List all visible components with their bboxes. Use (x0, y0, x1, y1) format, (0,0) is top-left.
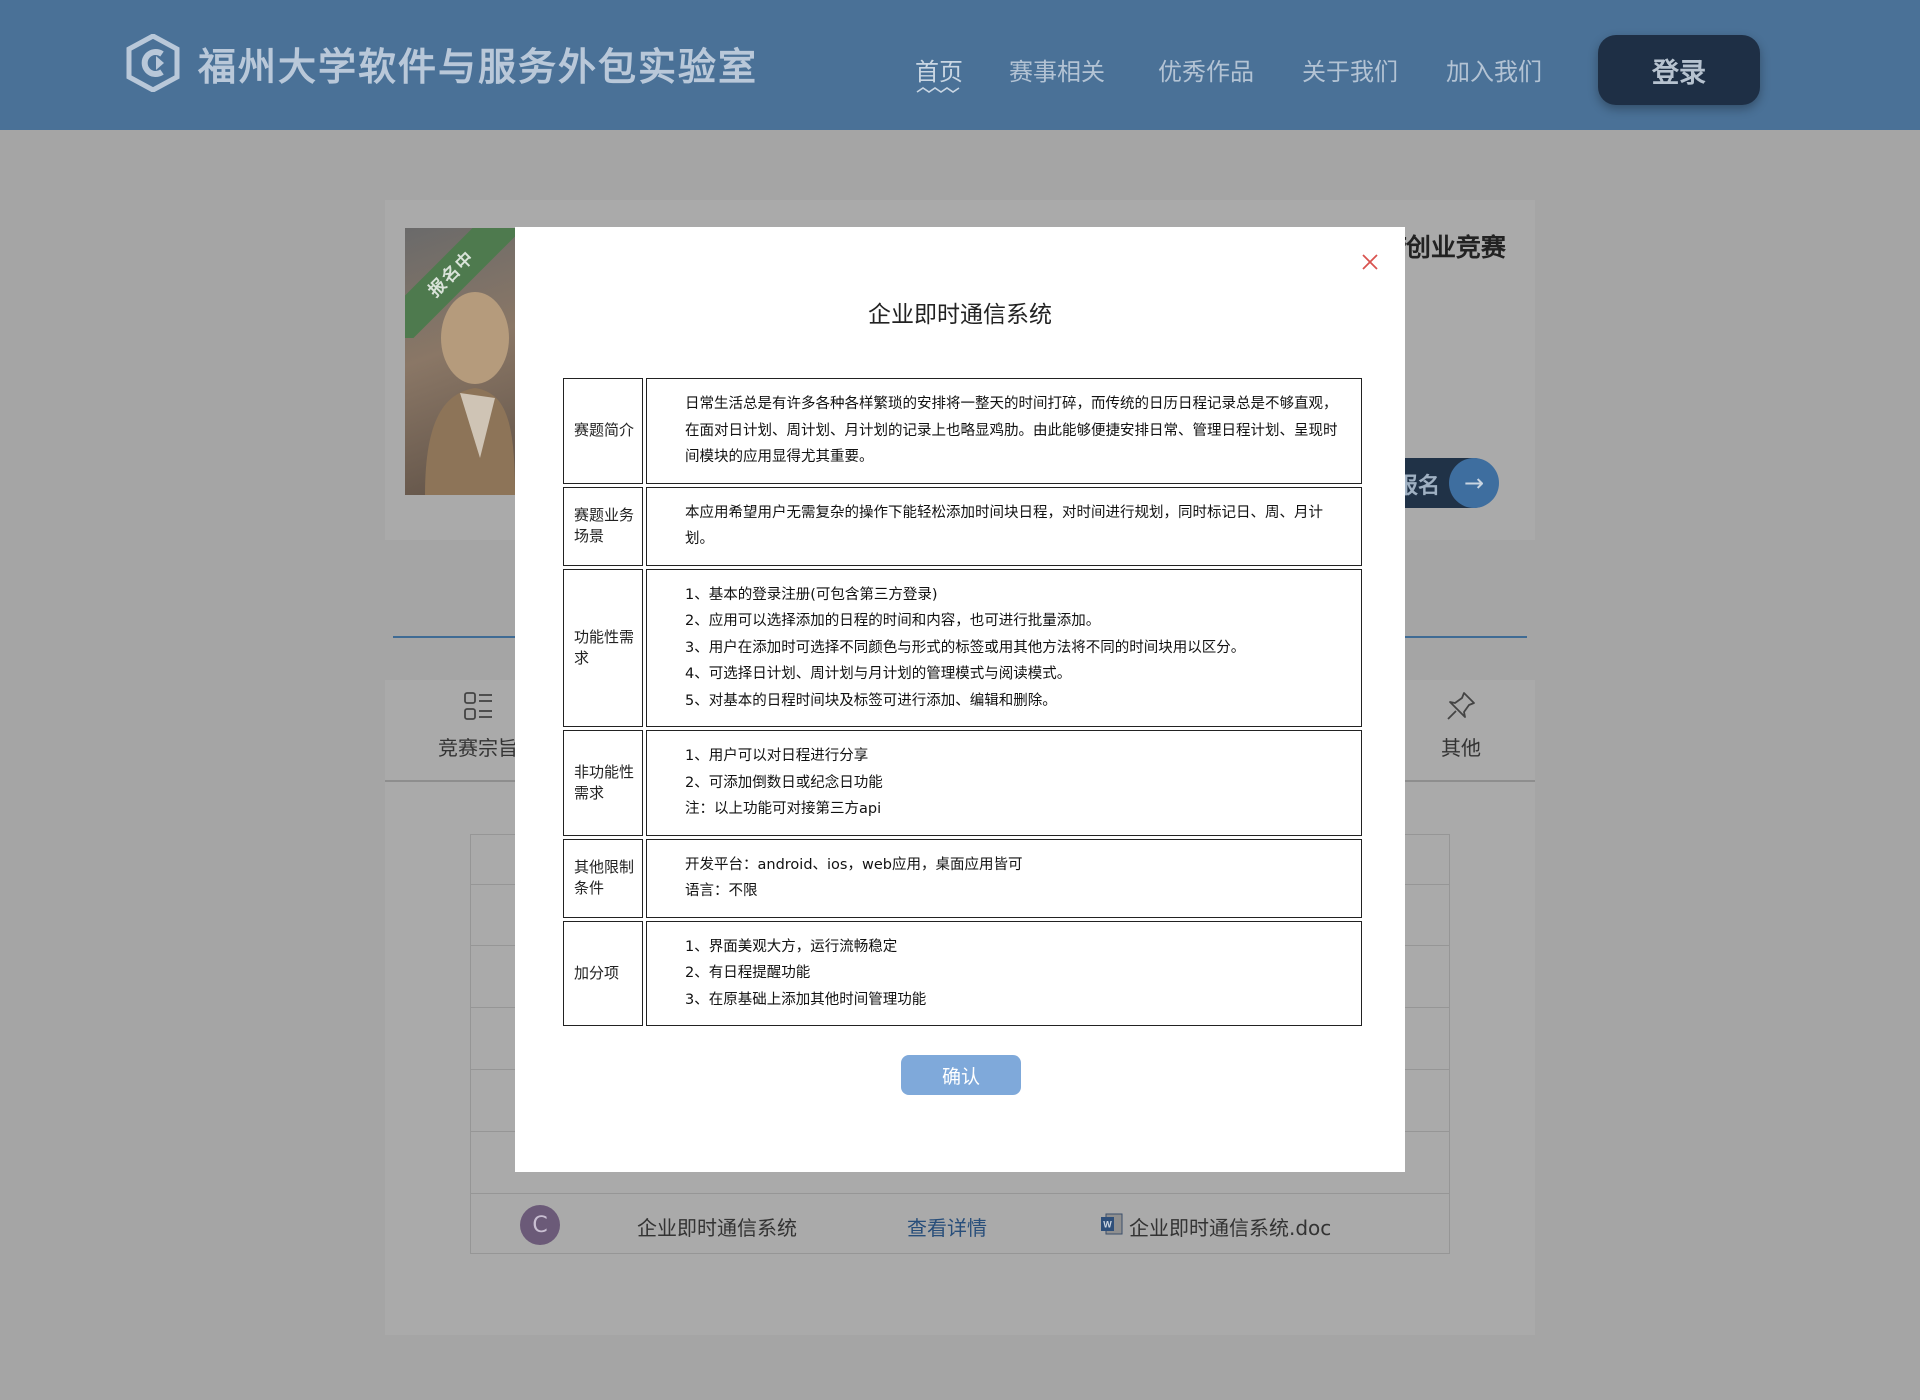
content-line: 4、可选择日计划、周计划与月计划的管理模式与阅读模式。 (685, 666, 1072, 682)
content-line: 语言：不限 (685, 883, 758, 899)
table-row: 加分项 1、界面美观大方，运行流畅稳定 2、有日程提醒功能 3、在原基础上添加其… (563, 920, 1362, 1026)
content-line: 日常生活总是有许多各种各样繁琐的安排将一整天的时间打碎，而传统的日历日程记录总是… (685, 396, 1338, 465)
content-line: 1、基本的登录注册(可包含第三方登录) (685, 586, 938, 603)
pin-icon (1447, 692, 1475, 720)
tab-contest-purpose[interactable]: 竞赛宗旨 (438, 690, 518, 761)
list-grid-icon (464, 692, 492, 720)
row-label: 加分项 (563, 920, 643, 1026)
content-line: 5、对基本的日程时间块及标签可进行添加、编辑和删除。 (685, 692, 1057, 709)
content-line: 2、可添加倒数日或纪念日功能 (685, 774, 883, 791)
table-row: 非功能性需求 1、用户可以对日程进行分享 2、可添加倒数日或纪念日功能 注：以上… (563, 730, 1362, 836)
topic-detail-modal: 企业即时通信系统 赛题简介 日常生活总是有许多各种各样繁琐的安排将一整天的时间打… (515, 227, 1405, 1172)
row-content: 1、界面美观大方，运行流畅稳定 2、有日程提醒功能 3、在原基础上添加其他时间管… (646, 920, 1362, 1026)
confirm-button[interactable]: 确认 (901, 1055, 1021, 1095)
requirements-table: 赛题简介 日常生活总是有许多各种各样繁琐的安排将一整天的时间打碎，而传统的日历日… (560, 375, 1365, 1029)
row-content: 本应用希望用户无需复杂的操作下能轻松添加时间块日程，对时间进行规划，同时标记日、… (646, 486, 1362, 566)
status-ribbon-label: 报名中 (405, 228, 515, 338)
topic-title: 企业即时通信系统 (637, 1216, 797, 1240)
table-row: 其他限制条件 开发平台：android、ios，web应用，桌面应用皆可 语言：… (563, 838, 1362, 918)
status-ribbon: 报名中 (405, 228, 515, 338)
site-title[interactable]: 福州大学软件与服务外包实验室 (198, 36, 758, 91)
tab-other-label: 其他 (1441, 736, 1481, 760)
login-button[interactable]: 登录 (1598, 35, 1760, 105)
content-line: 本应用希望用户无需复杂的操作下能轻松添加时间块日程，对时间进行规划，同时标记日、… (685, 504, 1323, 548)
table-row: 功能性需求 1、基本的登录注册(可包含第三方登录) 2、应用可以选择添加的日程的… (563, 568, 1362, 727)
row-label: 其他限制条件 (563, 838, 643, 918)
row-content: 1、基本的登录注册(可包含第三方登录) 2、应用可以选择添加的日程的时间和内容，… (646, 568, 1362, 727)
table-row: 赛题简介 日常生活总是有许多各种各样繁琐的安排将一整天的时间打碎，而传统的日历日… (563, 378, 1362, 484)
avatar: C (520, 1205, 560, 1245)
row-label: 赛题简介 (563, 378, 643, 484)
content-line: 1、界面美观大方，运行流畅稳定 (685, 938, 898, 955)
arrow-right-icon[interactable]: → (1449, 458, 1499, 508)
nav-join[interactable]: 加入我们 (1446, 52, 1542, 87)
row-content: 1、用户可以对日程进行分享 2、可添加倒数日或纪念日功能 注：以上功能可对接第三… (646, 730, 1362, 836)
content-line: 开发平台：android、ios，web应用，桌面应用皆可 (685, 856, 1023, 873)
nav-about[interactable]: 关于我们 (1302, 52, 1398, 87)
row-label: 赛题业务场景 (563, 486, 643, 566)
active-wave-indicator (916, 87, 960, 93)
close-icon[interactable] (1358, 250, 1382, 274)
content-line: 3、用户在添加时可选择不同颜色与形式的标签或用其他方法将不同的时间块用以区分。 (685, 639, 1246, 656)
attachment-link[interactable]: 企业即时通信系统.doc (1129, 1212, 1331, 1241)
tab-contest-purpose-label: 竞赛宗旨 (438, 736, 518, 760)
modal-title: 企业即时通信系统 (868, 302, 1052, 328)
word-doc-icon: W (1101, 1213, 1123, 1235)
nav-home[interactable]: 首页 (915, 52, 963, 93)
tab-other[interactable]: 其他 (1441, 690, 1481, 761)
row-content: 日常生活总是有许多各种各样繁琐的安排将一整天的时间打碎，而传统的日历日程记录总是… (646, 378, 1362, 484)
content-line: 1、用户可以对日程进行分享 (685, 748, 869, 764)
lab-logo-icon[interactable] (126, 34, 180, 92)
contest-name: f创业竞赛 (1395, 233, 1506, 262)
svg-text:W: W (1103, 1220, 1112, 1230)
content-line: 2、应用可以选择添加的日程的时间和内容，也可进行批量添加。 (685, 613, 1101, 629)
content-line: 2、有日程提醒功能 (685, 965, 811, 981)
row-label: 非功能性需求 (563, 730, 643, 836)
table-row: 赛题业务场景 本应用希望用户无需复杂的操作下能轻松添加时间块日程，对时间进行规划… (563, 486, 1362, 566)
row-label: 功能性需求 (563, 568, 643, 727)
row-content: 开发平台：android、ios，web应用，桌面应用皆可 语言：不限 (646, 838, 1362, 918)
nav-works[interactable]: 优秀作品 (1158, 52, 1254, 87)
site-header: 福州大学软件与服务外包实验室 首页 赛事相关 优秀作品 关于我们 加入我们 登录 (0, 0, 1920, 130)
content-line: 注：以上功能可对接第三方api (685, 801, 882, 817)
nav-home-label: 首页 (915, 58, 963, 86)
content-line: 3、在原基础上添加其他时间管理功能 (685, 991, 927, 1008)
view-details-link[interactable]: 查看详情 (907, 1212, 987, 1241)
nav-contest[interactable]: 赛事相关 (1009, 52, 1105, 87)
